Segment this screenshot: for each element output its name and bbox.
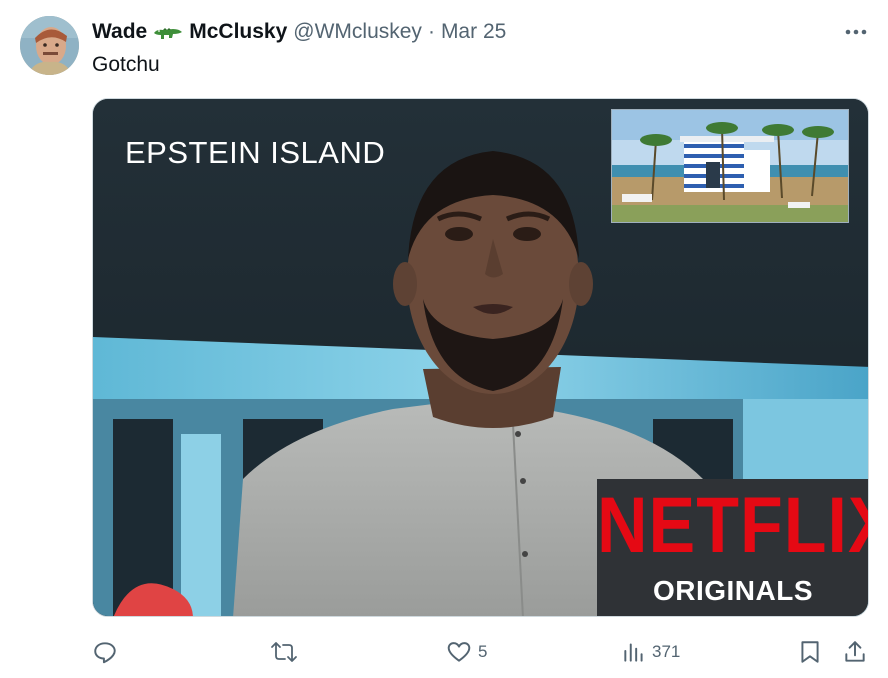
author-handle[interactable]: @WMcluskey — [293, 20, 422, 44]
share-upload-icon — [845, 641, 865, 662]
avatar[interactable] — [20, 16, 79, 75]
reply-button[interactable] — [92, 632, 124, 672]
speech-bubble-icon — [94, 642, 116, 664]
header-separator: · — [427, 20, 435, 43]
author-last-name[interactable]: McClusky — [189, 20, 287, 44]
bookmark-button[interactable] — [798, 632, 822, 672]
netflix-logo: NETFLIX ORIGINALS — [597, 479, 869, 616]
like-button[interactable]: 5 — [446, 632, 487, 672]
author-first-name[interactable]: Wade — [92, 20, 147, 44]
crocodile-icon — [153, 21, 183, 43]
like-count: 5 — [478, 642, 488, 661]
tweet-date[interactable]: Mar 25 — [441, 20, 506, 44]
island-photo-inset — [611, 109, 849, 223]
tweet-text: Gotchu — [92, 53, 160, 76]
bookmark-icon — [801, 641, 819, 663]
tweet-image[interactable]: EPSTEIN ISLAND NETFLIX ORIGINALS — [92, 98, 869, 617]
heart-icon — [447, 642, 471, 662]
tweet-header: Wade McClusky @WMcluskey · Mar 25 — [92, 18, 506, 46]
bar-chart-icon — [624, 643, 643, 662]
share-button[interactable] — [843, 632, 867, 672]
more-dots-icon — [845, 29, 867, 35]
views-button[interactable]: 371 — [622, 632, 680, 672]
retweet-arrows-icon — [271, 642, 297, 662]
netflix-word: NETFLIX — [597, 481, 869, 569]
more-options-button[interactable] — [840, 20, 872, 44]
image-caption: EPSTEIN ISLAND — [125, 135, 386, 170]
tweet-actions: 5 371 — [0, 632, 888, 672]
originals-word: ORIGINALS — [652, 575, 814, 606]
views-count: 371 — [652, 642, 681, 661]
retweet-button[interactable] — [270, 632, 304, 672]
